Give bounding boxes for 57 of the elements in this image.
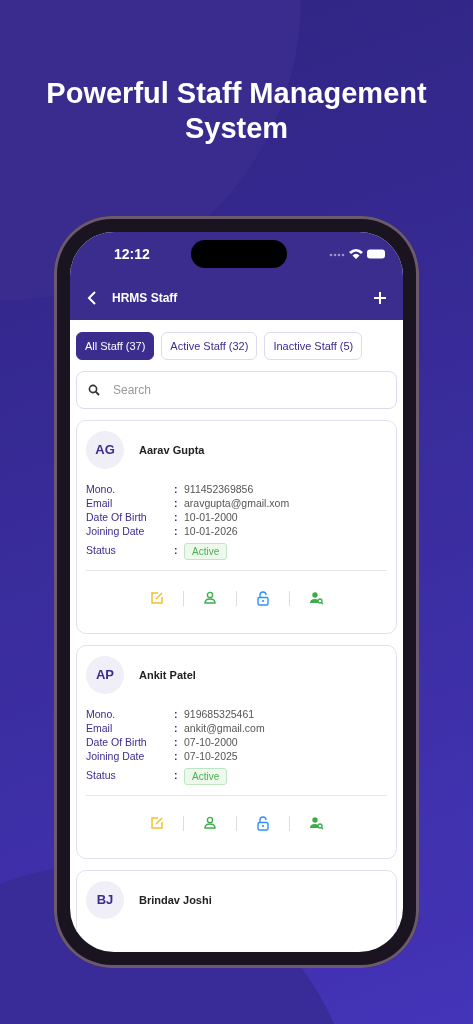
status-badge: Active <box>184 542 228 560</box>
field-label: Mono. <box>86 482 117 495</box>
field-value: 919685325461 <box>184 707 256 720</box>
field-label: Mono. <box>86 707 117 720</box>
colon: : <box>174 707 179 720</box>
field-label: Date Of Birth <box>86 510 148 523</box>
field-value: 10-01-2000 <box>184 510 239 523</box>
colon: : <box>174 735 179 748</box>
colon: : <box>174 496 179 509</box>
status-icons <box>329 246 387 261</box>
field-value: 10-01-2026 <box>184 524 239 537</box>
edit-icon[interactable] <box>149 816 164 831</box>
staff-card[interactable]: AG Aarav Gupta Mono. : 911452369856 Email : aravgupta@gmail.xom Date Of Birth : 10-01-2000 Joining Date : 10-01-2026 Status : Active <box>76 419 397 634</box>
field-label: Joining Date <box>86 524 146 537</box>
colon: : <box>174 544 179 557</box>
status-badge: Active <box>184 767 228 785</box>
back-icon[interactable] <box>86 289 98 306</box>
field-label: Email <box>86 721 114 734</box>
avatar-initials: BJ <box>86 880 124 919</box>
staff-name: Brindav Joshi <box>139 893 212 906</box>
status-time: 12:12 <box>114 245 150 262</box>
field-label: Status <box>86 769 117 782</box>
person-icon[interactable] <box>202 591 217 606</box>
field-label: Email <box>86 496 114 509</box>
field-value: 07-10-2000 <box>184 735 239 748</box>
staff-card[interactable]: AP Ankit Patel Mono. : 919685325461 Email : ankit@gmail.com Date Of Birth : 07-10-2000 Joining Date : 07-10-2025 Status : Active <box>76 644 397 859</box>
filter-tab[interactable]: All Staff (37) <box>76 331 155 360</box>
staff-name: Aarav Gupta <box>139 443 205 456</box>
field-value: ankit@gmail.com <box>184 721 266 734</box>
search-field[interactable]: Search <box>76 370 397 409</box>
headline: Powerful Staff Management System <box>45 76 428 146</box>
colon: : <box>174 482 179 495</box>
person-search-icon[interactable] <box>308 591 324 606</box>
filter-tab[interactable]: Inactive Staff (5) <box>264 331 363 360</box>
field-value: aravgupta@gmail.xom <box>184 496 291 509</box>
colon: : <box>174 721 179 734</box>
colon: : <box>174 510 179 523</box>
edit-icon[interactable] <box>149 591 164 606</box>
staff-name: Ankit Patel <box>139 668 196 681</box>
field-label: Date Of Birth <box>86 735 148 748</box>
lock-icon[interactable] <box>255 815 270 831</box>
field-value: 07-10-2025 <box>184 749 239 762</box>
search-icon <box>88 383 100 396</box>
person-icon[interactable] <box>202 816 217 831</box>
app-title: HRMS Staff <box>112 290 179 305</box>
add-icon[interactable] <box>373 290 387 305</box>
colon: : <box>174 769 179 782</box>
person-search-icon[interactable] <box>308 816 324 831</box>
colon: : <box>174 749 179 762</box>
avatar-initials: AP <box>86 655 124 694</box>
field-label: Joining Date <box>86 749 146 762</box>
avatar-initials: AG <box>86 430 124 469</box>
lock-icon[interactable] <box>255 590 270 606</box>
filter-tab[interactable]: Active Staff (32) <box>161 331 258 360</box>
field-value: 911452369856 <box>184 482 255 495</box>
field-label: Status <box>86 544 117 557</box>
colon: : <box>174 524 179 537</box>
